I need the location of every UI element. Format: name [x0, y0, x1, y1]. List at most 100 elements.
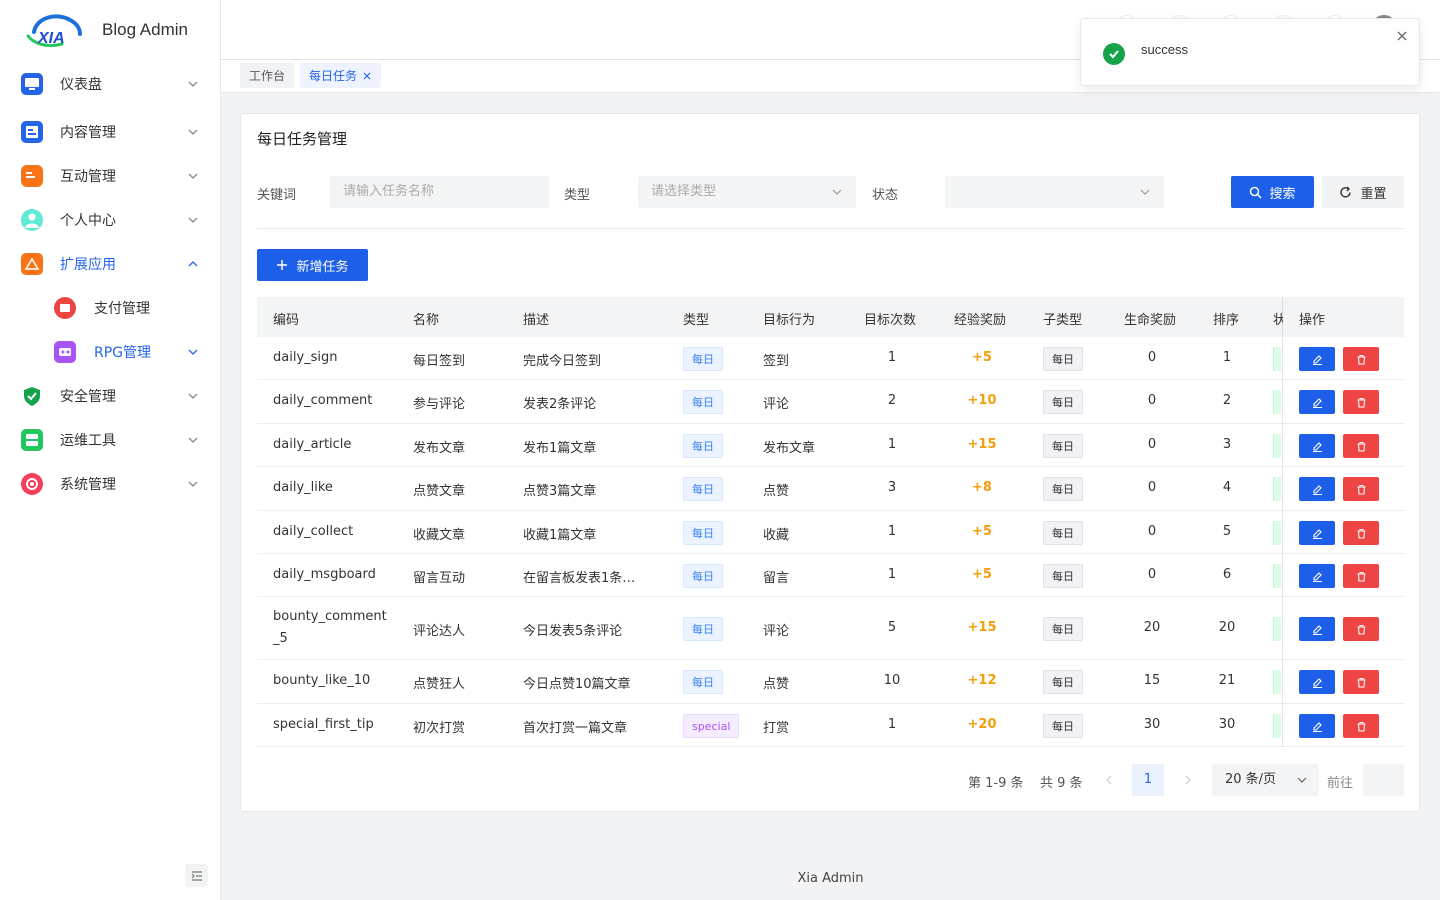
cell-action: 签到	[763, 354, 790, 369]
edit-button[interactable]	[1299, 477, 1335, 501]
menu-fold-icon	[191, 870, 202, 881]
type-tag: 每日	[683, 617, 723, 641]
edit-button[interactable]	[1299, 714, 1335, 738]
edit-button[interactable]	[1299, 617, 1335, 641]
subtype-tag: 每日	[1043, 347, 1083, 371]
sidebar-item-dashboard[interactable]: 仪表盘	[0, 64, 221, 104]
delete-button[interactable]	[1343, 477, 1379, 501]
column-header[interactable]: 目标行为	[763, 309, 815, 328]
close-icon[interactable]	[1397, 31, 1407, 41]
subtype-tag: 每日	[1043, 434, 1083, 458]
cell-code: daily_sign	[273, 350, 338, 365]
column-header[interactable]: 生命奖励	[1124, 309, 1176, 328]
sidebar-item-profile[interactable]: 个人中心	[0, 200, 221, 240]
chevron-right-icon[interactable]	[1183, 775, 1193, 785]
sidebar-item-rpg[interactable]: RPG管理	[0, 332, 221, 372]
tab-workbench[interactable]: 工作台	[240, 63, 295, 88]
edit-button[interactable]	[1299, 347, 1335, 371]
delete-button[interactable]	[1343, 670, 1379, 694]
user-icon	[21, 209, 43, 231]
column-header[interactable]: 子类型	[1043, 309, 1082, 328]
edit-button[interactable]	[1299, 564, 1335, 588]
search-button[interactable]: 搜索	[1231, 176, 1314, 208]
delete-button[interactable]	[1343, 714, 1379, 738]
status-select[interactable]	[945, 176, 1164, 208]
type-tag: special	[683, 714, 740, 738]
table-row: bounty_like_10 点赞狂人 今日点赞10篇文章 每日 点赞 10 +12 每日 15…	[257, 660, 1404, 704]
column-header[interactable]: 排序	[1213, 309, 1239, 328]
delete-button[interactable]	[1343, 390, 1379, 414]
cell-desc: 今日发表5条评论	[523, 624, 623, 639]
cell-count: 5	[887, 620, 897, 635]
close-icon[interactable]	[362, 71, 372, 81]
column-header[interactable]: 经验奖励	[954, 309, 1006, 328]
reset-button[interactable]: 重置	[1322, 176, 1404, 208]
svg-text:XIA: XIA	[37, 30, 65, 47]
chevron-down-icon	[188, 217, 198, 223]
keyword-input[interactable]: 请输入任务名称	[330, 176, 549, 208]
collapse-sidebar-button[interactable]	[185, 864, 208, 887]
goto-label: 前往	[1327, 776, 1354, 791]
chevron-down-icon	[188, 173, 198, 179]
tab-daily-tasks[interactable]: 每日任务	[300, 63, 382, 88]
subtype-tag: 每日	[1043, 521, 1083, 545]
chevron-down-icon	[188, 81, 198, 87]
page-size-select[interactable]: 20 条/页	[1212, 764, 1319, 796]
type-select[interactable]: 请选择类型	[638, 176, 856, 208]
cell-life: 30	[1143, 717, 1161, 732]
cell-sort: 4	[1222, 480, 1232, 495]
delete-button[interactable]	[1343, 564, 1379, 588]
cell-action: 点赞	[763, 484, 790, 499]
edit-button[interactable]	[1299, 670, 1335, 694]
cell-desc: 点赞3篇文章	[523, 484, 597, 499]
cell-name: 每日签到	[413, 354, 466, 369]
cell-action: 发布文章	[763, 441, 816, 456]
delete-button[interactable]	[1343, 434, 1379, 458]
column-header[interactable]: 名称	[413, 309, 439, 328]
actions-column: 操作	[1283, 297, 1404, 747]
divider	[257, 228, 1404, 229]
chevron-down-icon	[188, 437, 198, 443]
column-header[interactable]: 类型	[683, 309, 709, 328]
sidebar-item-label: 扩展应用	[60, 257, 116, 273]
edit-button[interactable]	[1299, 521, 1335, 545]
cell-name: 点赞狂人	[413, 677, 466, 692]
cell-code: bounty_comment	[273, 609, 387, 624]
trash-icon	[1357, 677, 1365, 688]
edit-button[interactable]	[1299, 434, 1335, 458]
game-icon	[54, 341, 76, 363]
sidebar-item-content[interactable]: 内容管理	[0, 112, 221, 152]
status-tag	[1273, 670, 1281, 694]
sidebar-item-extensions[interactable]: 扩展应用	[0, 244, 221, 284]
page-number-current[interactable]: 1	[1132, 764, 1164, 796]
delete-button[interactable]	[1343, 617, 1379, 641]
sidebar-item-interaction[interactable]: 互动管理	[0, 156, 221, 196]
sidebar-item-label: 运维工具	[60, 433, 116, 449]
cell-exp: +15	[967, 620, 997, 635]
cell-code: daily_article	[273, 437, 352, 452]
goto-page-input[interactable]	[1363, 764, 1404, 796]
keyword-label: 关键词	[257, 188, 297, 203]
sidebar-item-payment[interactable]: 支付管理	[0, 288, 221, 328]
sidebar-item-system[interactable]: 系统管理	[0, 464, 221, 504]
wallet-icon	[54, 297, 76, 319]
add-task-button[interactable]: 新增任务	[257, 249, 368, 281]
cell-sort: 2	[1222, 393, 1232, 408]
cell-count: 3	[887, 480, 897, 495]
delete-button[interactable]	[1343, 521, 1379, 545]
type-placeholder: 请选择类型	[651, 184, 717, 199]
type-tag: 每日	[683, 390, 723, 414]
column-header[interactable]: 描述	[523, 309, 549, 328]
sidebar-item-ops[interactable]: 运维工具	[0, 420, 221, 460]
column-header[interactable]: 编码	[273, 309, 299, 328]
chevron-left-icon[interactable]	[1104, 775, 1114, 785]
sidebar-item-security[interactable]: 安全管理	[0, 376, 221, 416]
edit-button[interactable]	[1299, 390, 1335, 414]
cell-life: 15	[1143, 673, 1161, 688]
column-header[interactable]: 目标次数	[864, 309, 916, 328]
row-divider	[1283, 596, 1404, 597]
chevron-down-icon	[188, 393, 198, 399]
delete-button[interactable]	[1343, 347, 1379, 371]
edit-icon	[1312, 484, 1322, 495]
cell-code: daily_like	[273, 480, 333, 495]
